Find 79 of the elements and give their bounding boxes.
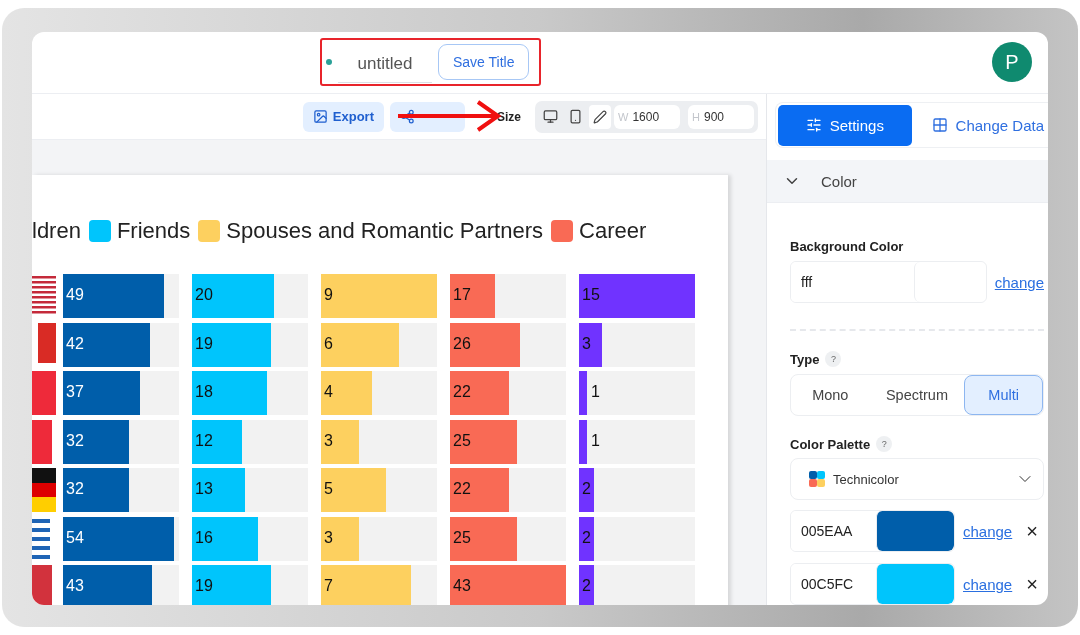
- color-section-header[interactable]: Color: [767, 160, 1048, 203]
- image-icon: [312, 109, 328, 124]
- title-field[interactable]: untitled: [338, 41, 432, 83]
- bar-value: 22: [453, 480, 471, 498]
- bar-value: 19: [195, 334, 213, 353]
- palette-icon: [809, 471, 825, 487]
- bar-value: 19: [195, 577, 213, 595]
- help-badge[interactable]: ?: [876, 436, 893, 452]
- bar-value: 16: [195, 528, 213, 547]
- color-input[interactable]: 005EAA: [790, 510, 955, 552]
- bar-value: 43: [66, 577, 84, 595]
- bar-value: 2: [582, 528, 591, 547]
- legend-label: Spouses and Romantic Partners: [226, 218, 543, 244]
- height-field[interactable]: H 900: [688, 104, 754, 129]
- bar-value: 32: [66, 480, 84, 498]
- bar-value: 9: [324, 286, 333, 304]
- change-link[interactable]: change: [963, 575, 1013, 593]
- pen-icon: [593, 109, 607, 124]
- type-option[interactable]: Spectrum: [869, 375, 965, 415]
- field-label: Color Palette: [790, 436, 871, 452]
- bar-value: 2: [582, 480, 591, 498]
- palette-dropdown[interactable]: Technicolor: [790, 458, 1044, 500]
- bar-value: 25: [453, 431, 471, 450]
- size-option[interactable]: [589, 104, 611, 129]
- bar-value: 37: [66, 383, 84, 401]
- monitor-icon: [542, 109, 558, 124]
- color-input[interactable]: 00C5FC: [790, 563, 955, 605]
- field-label: Background Color: [790, 239, 905, 254]
- export-button[interactable]: Export: [302, 101, 384, 132]
- bar-value: 1: [591, 431, 600, 450]
- bar-value: 13: [195, 480, 213, 498]
- title-input[interactable]: untitled: [340, 47, 430, 80]
- width-field[interactable]: W 1600: [614, 104, 680, 129]
- bar-value: 3: [582, 334, 591, 353]
- remove-button[interactable]: ×: [1026, 572, 1038, 596]
- change-link[interactable]: change: [994, 273, 1044, 291]
- flag-icon: [32, 371, 56, 415]
- bar-value: 4: [324, 383, 333, 401]
- bar-value: 3: [324, 528, 333, 547]
- legend-label: Career: [579, 218, 647, 244]
- bar-value: 12: [195, 431, 213, 450]
- size-label: Size: [497, 109, 521, 124]
- bar-value: 2: [582, 577, 591, 595]
- change-link[interactable]: change: [963, 522, 1013, 540]
- bar-value: 1: [591, 383, 600, 401]
- bar-value: 32: [66, 431, 84, 450]
- change-data-tab[interactable]: Change Data: [929, 104, 1046, 146]
- avatar[interactable]: P: [992, 42, 1032, 82]
- bar-value: 15: [582, 286, 600, 304]
- bar-value: 17: [453, 286, 471, 304]
- bar-value: 49: [66, 286, 84, 304]
- help-badge[interactable]: ?: [825, 351, 842, 367]
- bar-value: 43: [453, 577, 471, 595]
- bar-value: 25: [453, 528, 471, 547]
- grid-icon: [931, 117, 948, 133]
- share-icon: [400, 109, 415, 124]
- status-dot: [326, 59, 332, 65]
- save-title-button[interactable]: Save Title: [438, 44, 530, 80]
- bar-value: 42: [66, 334, 84, 353]
- bar-value: 26: [453, 334, 471, 353]
- bar-value: 7: [324, 577, 333, 595]
- sliders-icon: [805, 117, 822, 133]
- type-option[interactable]: Mono: [791, 375, 870, 415]
- phone-icon: [567, 109, 583, 124]
- flag-icon: [32, 468, 56, 512]
- bar-value: 20: [195, 286, 213, 304]
- bar-value: 5: [324, 480, 333, 498]
- bar-value: 22: [453, 383, 471, 401]
- legend-label: Friends: [116, 218, 191, 244]
- color-input[interactable]: fff: [790, 261, 987, 303]
- bar-value: 18: [195, 383, 213, 401]
- remove-button[interactable]: ×: [1026, 519, 1038, 543]
- settings-tab[interactable]: Settings: [778, 104, 912, 146]
- type-option[interactable]: Multi: [964, 375, 1043, 415]
- bar-value: 6: [324, 334, 333, 353]
- field-label: Type: [790, 351, 820, 367]
- bar-value: 3: [324, 431, 333, 450]
- bar-value: 54: [66, 528, 84, 547]
- legend-label: ldren: [32, 218, 81, 244]
